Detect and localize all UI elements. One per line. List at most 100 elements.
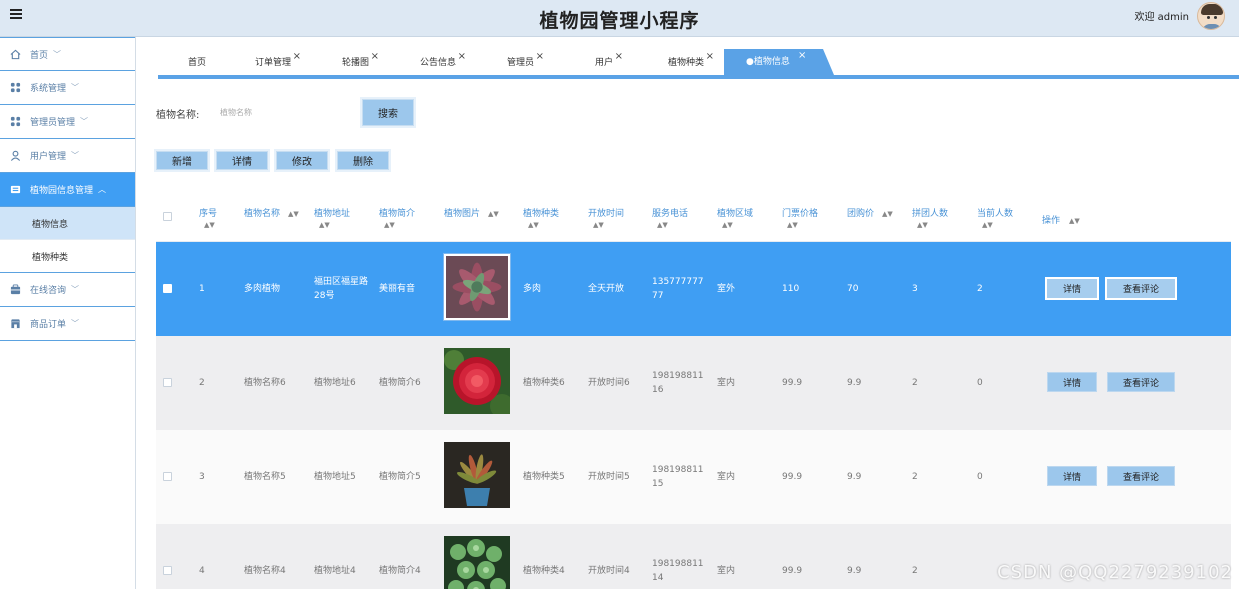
sort-icon[interactable]: ▲▼	[912, 221, 948, 229]
plant-image[interactable]	[444, 536, 510, 589]
sidebar-item-admins[interactable]: 管理员管理 ﹀	[0, 105, 135, 139]
column-header-open[interactable]: 开放时间 ▲▼	[588, 206, 624, 229]
cell-group-num: 3	[912, 284, 918, 294]
search-input[interactable]	[214, 103, 344, 121]
select-all-checkbox[interactable]	[163, 212, 172, 221]
column-header-name[interactable]: 植物名称 ▲▼	[244, 206, 299, 219]
cell-group-price: 70	[847, 284, 859, 294]
row-checkbox[interactable]	[163, 566, 172, 575]
cell-group-price: 9.9	[847, 472, 862, 482]
sort-icon[interactable]: ▲▼	[977, 221, 1013, 229]
plant-image[interactable]	[444, 348, 510, 414]
close-icon[interactable]: ×	[615, 49, 623, 65]
row-comments-button[interactable]: 查看评论	[1107, 466, 1175, 486]
sort-icon[interactable]: ▲▼	[652, 221, 688, 229]
welcome-text: 欢迎 admin	[1134, 12, 1189, 23]
cell-cur-num: 0	[977, 472, 983, 482]
row-detail-button[interactable]: 详情	[1047, 466, 1097, 486]
cell-group-num: 2	[912, 472, 918, 482]
sort-icon[interactable]: ▲▼	[1064, 217, 1080, 225]
search-button[interactable]: 搜索	[362, 99, 414, 126]
column-header-cur-num[interactable]: 当前人数 ▲▼	[977, 206, 1013, 229]
cell-phone: 19819881116	[652, 371, 704, 395]
avatar[interactable]	[1197, 2, 1225, 30]
column-header-kind[interactable]: 植物种类 ▲▼	[523, 206, 559, 229]
cell-addr: 福田区福星路28号	[314, 277, 369, 301]
row-detail-button[interactable]: 详情	[1047, 372, 1097, 392]
table-row[interactable]: 2 植物名称6 植物地址6 植物简介6 植物种类6 开放时间6 19819881…	[156, 336, 1231, 430]
row-comments-button[interactable]: 查看评论	[1105, 277, 1177, 300]
row-detail-button[interactable]: 详情	[1045, 277, 1099, 300]
sort-icon[interactable]: ▲▼	[782, 221, 818, 229]
close-icon[interactable]: ×	[293, 49, 301, 65]
cell-no: 4	[199, 566, 205, 576]
sidebar-item-system[interactable]: 系统管理 ﹀	[0, 71, 135, 105]
close-icon[interactable]: ×	[458, 49, 466, 65]
sort-icon[interactable]: ▲▼	[283, 210, 299, 218]
tab-admins[interactable]: 管理员 ×	[507, 51, 544, 75]
close-icon[interactable]: ×	[371, 49, 379, 65]
sort-icon[interactable]: ▲▼	[877, 210, 893, 218]
detail-button[interactable]: 详情	[216, 151, 268, 170]
edit-button[interactable]: 修改	[276, 151, 328, 170]
tab-notices[interactable]: 公告信息 ×	[420, 51, 466, 75]
tab-carousel[interactable]: 轮播图 ×	[342, 51, 379, 75]
column-header-actions[interactable]: 操作 ▲▼	[1042, 213, 1080, 226]
tab-home[interactable]: 首页	[188, 55, 206, 75]
sort-icon[interactable]: ▲▼	[379, 221, 415, 229]
column-header-group-price[interactable]: 团购价 ▲▼	[847, 206, 893, 219]
column-header-area[interactable]: 植物区域 ▲▼	[717, 206, 753, 229]
tab-plant-info[interactable]: ●植物信息 ×	[724, 49, 834, 75]
add-button[interactable]: 新增	[156, 151, 208, 170]
table-row[interactable]: 1 多肉植物 福田区福星路28号 美丽有音 多肉 全天开放 1357777777…	[156, 242, 1231, 336]
column-header-no[interactable]: 序号 ▲▼	[199, 206, 217, 229]
cell-price: 99.9	[782, 566, 803, 576]
cell-area: 室内	[717, 566, 736, 576]
sort-icon[interactable]: ▲▼	[483, 210, 499, 218]
sidebar-item-orders[interactable]: 商品订单 ﹀	[0, 307, 135, 341]
chevron-down-icon: ﹀	[71, 285, 80, 294]
cell-open: 全天开放	[588, 284, 625, 294]
search-label: 植物名称:	[156, 110, 200, 121]
sidebar-subitem-plant-info[interactable]: 植物信息	[0, 207, 135, 240]
close-icon[interactable]: ×	[706, 49, 714, 65]
tab-users[interactable]: 用户 ×	[595, 51, 623, 75]
tab-orders[interactable]: 订单管理 ×	[255, 51, 301, 75]
tab-plant-kind[interactable]: 植物种类 ×	[668, 51, 714, 75]
plant-image[interactable]	[444, 254, 510, 320]
row-comments-button[interactable]: 查看评论	[1107, 372, 1175, 392]
chevron-up-icon: ︿	[98, 185, 107, 194]
user-icon	[10, 150, 21, 161]
sidebar-item-users[interactable]: 用户管理 ﹀	[0, 139, 135, 173]
shop-icon	[10, 319, 21, 329]
row-checkbox[interactable]	[163, 378, 172, 387]
delete-button[interactable]: 删除	[337, 151, 389, 170]
sidebar-item-home[interactable]: 首页 ﹀	[0, 37, 135, 71]
sort-icon[interactable]: ▲▼	[314, 221, 350, 229]
sidebar: 首页 ﹀ 系统管理 ﹀ 管理员管理 ﹀ 用户管理 ﹀ 植物园信息管理 ︿ 植物信息 植物种…	[0, 37, 136, 589]
column-header-intro[interactable]: 植物简介 ▲▼	[379, 206, 415, 229]
cell-intro: 植物简介4	[379, 566, 421, 576]
close-icon[interactable]: ×	[536, 49, 544, 65]
column-header-group-num[interactable]: 拼团人数 ▲▼	[912, 206, 948, 229]
row-checkbox[interactable]	[163, 472, 172, 481]
column-header-price[interactable]: 门票价格 ▲▼	[782, 206, 818, 229]
column-header-phone[interactable]: 服务电话 ▲▼	[652, 206, 688, 229]
sort-icon[interactable]: ▲▼	[523, 221, 559, 229]
plant-image[interactable]	[444, 442, 510, 508]
sidebar-item-garden-info[interactable]: 植物园信息管理 ︿	[0, 173, 135, 207]
sort-icon[interactable]: ▲▼	[199, 221, 217, 229]
sidebar-subitem-plant-kind[interactable]: 植物种类	[0, 240, 135, 273]
column-header-addr[interactable]: 植物地址 ▲▼	[314, 206, 350, 229]
cell-price: 99.9	[782, 378, 803, 388]
sidebar-item-consult[interactable]: 在线咨询 ﹀	[0, 273, 135, 307]
column-header-image[interactable]: 植物图片 ▲▼	[444, 206, 499, 219]
sort-icon[interactable]: ▲▼	[717, 221, 753, 229]
sort-icon[interactable]: ▲▼	[588, 221, 624, 229]
table-row[interactable]: 3 植物名称5 植物地址5 植物简介5 植物种类5 开放时间5 19819881…	[156, 430, 1231, 524]
cell-addr: 植物地址5	[314, 472, 356, 482]
app-header: 植物园管理小程序 欢迎 admin	[0, 0, 1239, 37]
cell-group-price: 9.9	[847, 566, 862, 576]
close-icon[interactable]: ×	[798, 49, 806, 69]
row-checkbox[interactable]	[163, 284, 172, 293]
